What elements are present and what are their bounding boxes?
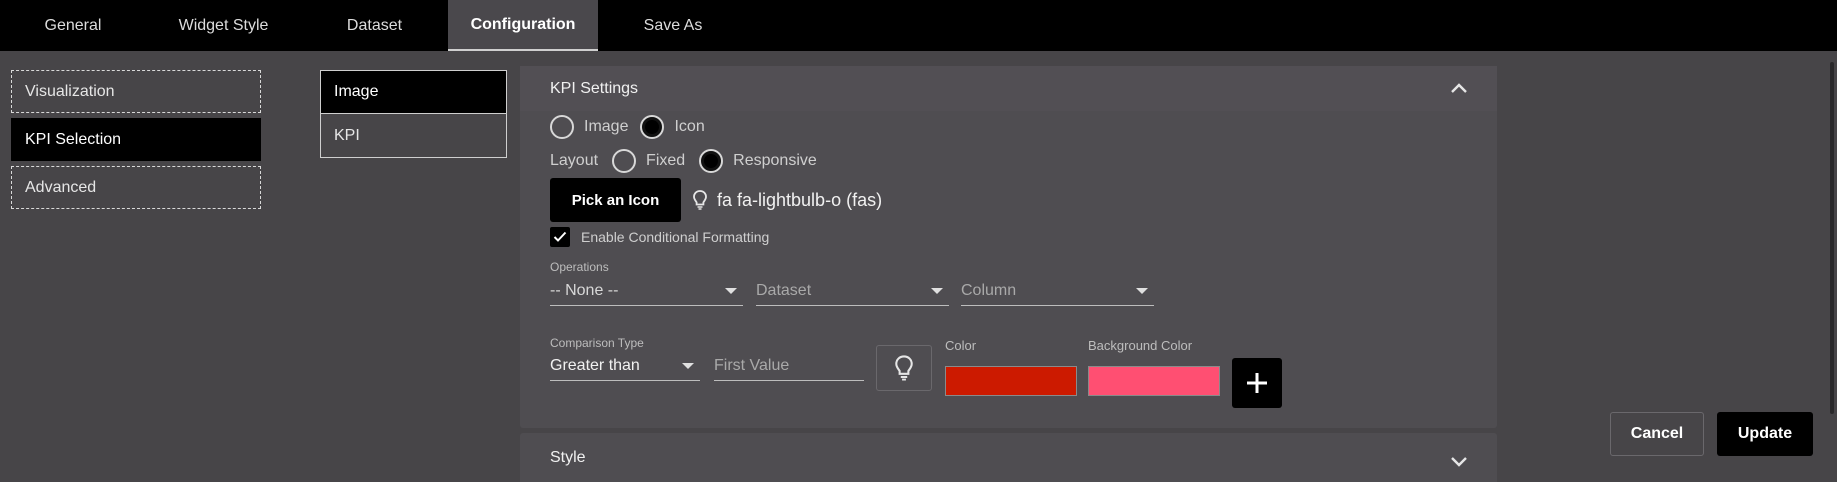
- fixed-radio[interactable]: [612, 149, 637, 173]
- operations-select[interactable]: -- None --: [550, 276, 743, 306]
- lightbulb-icon: [693, 190, 707, 210]
- selected-icon-value: fa fa-lightbulb-o (fas): [717, 189, 883, 210]
- conditional-formatting-checkbox[interactable]: [550, 227, 570, 247]
- chevron-up-icon[interactable]: [1451, 80, 1467, 98]
- image-radio-label: Image: [584, 118, 629, 135]
- responsive-radio[interactable]: [699, 149, 724, 173]
- chevron-down-icon[interactable]: [1451, 456, 1467, 467]
- icon-radio[interactable]: [640, 115, 665, 139]
- layout-radio-group: Layout Fixed Responsive: [550, 145, 817, 177]
- responsive-radio-label: Responsive: [733, 152, 817, 169]
- first-value-placeholder: First Value: [714, 356, 790, 374]
- config-side-menu: Visualization KPI Selection Advanced: [11, 70, 261, 214]
- cancel-button[interactable]: Cancel: [1610, 412, 1704, 456]
- pick-icon-button[interactable]: Pick an Icon: [550, 178, 681, 222]
- add-condition-button[interactable]: [1232, 358, 1282, 408]
- image-radio[interactable]: [550, 115, 574, 139]
- side-item-advanced[interactable]: Advanced: [11, 166, 261, 209]
- list-item-kpi[interactable]: KPI: [321, 114, 506, 157]
- comparison-type-label: Comparison Type: [550, 336, 644, 350]
- background-color-label: Background Color: [1088, 338, 1193, 353]
- top-tab-bar: General Widget Style Dataset Configurati…: [0, 0, 1837, 51]
- tab-general[interactable]: General: [0, 0, 146, 51]
- kpi-settings-header[interactable]: KPI Settings: [520, 66, 1497, 111]
- comparison-type-select[interactable]: Greater than: [550, 351, 700, 381]
- lightbulb-icon: [895, 355, 913, 381]
- column-select[interactable]: Column: [961, 276, 1154, 306]
- background-color-swatch[interactable]: [1088, 366, 1220, 396]
- icon-radio-label: Icon: [674, 118, 705, 135]
- operations-value: -- None --: [550, 281, 619, 299]
- dropdown-caret-icon: [1136, 287, 1148, 294]
- dataset-select[interactable]: Dataset: [756, 276, 949, 306]
- style-panel-title: Style: [550, 448, 586, 466]
- column-placeholder: Column: [961, 281, 1017, 299]
- comparison-type-value: Greater than: [550, 356, 640, 374]
- tab-save-as[interactable]: Save As: [598, 0, 748, 51]
- condition-icon-button[interactable]: [876, 345, 932, 391]
- kpi-settings-title: KPI Settings: [550, 79, 639, 97]
- kpi-settings-panel: KPI Settings Image Icon Layout Fixed Res…: [520, 66, 1497, 428]
- operations-label: Operations: [550, 260, 609, 274]
- conditional-formatting-row: Enable Conditional Formatting: [550, 224, 769, 250]
- side-item-kpi-selection[interactable]: KPI Selection: [11, 118, 261, 161]
- layout-label: Layout: [550, 152, 599, 169]
- update-button[interactable]: Update: [1717, 412, 1813, 456]
- tab-dataset[interactable]: Dataset: [301, 0, 448, 51]
- dropdown-caret-icon: [931, 287, 943, 294]
- tab-configuration[interactable]: Configuration: [448, 0, 598, 51]
- icon-picker-row: Pick an Icon fa fa-lightbulb-o (fas): [550, 177, 882, 223]
- color-label: Color: [945, 338, 977, 353]
- style-panel-header[interactable]: Style: [520, 433, 1497, 482]
- side-item-visualization[interactable]: Visualization: [11, 70, 261, 113]
- fixed-radio-label: Fixed: [646, 152, 686, 169]
- conditional-formatting-label: Enable Conditional Formatting: [581, 229, 770, 245]
- dropdown-caret-icon: [682, 362, 694, 369]
- checkmark-icon: [553, 231, 567, 242]
- list-item-image[interactable]: Image: [321, 71, 506, 114]
- color-swatch[interactable]: [945, 366, 1077, 396]
- kpi-type-list: Image KPI: [320, 70, 507, 158]
- plus-icon: [1245, 371, 1269, 395]
- tab-widget-style[interactable]: Widget Style: [146, 0, 301, 51]
- dataset-placeholder: Dataset: [756, 281, 812, 299]
- source-radio-group: Image Icon: [550, 111, 705, 143]
- first-value-input[interactable]: First Value: [714, 351, 864, 381]
- dropdown-caret-icon: [725, 287, 737, 294]
- vertical-scrollbar[interactable]: [1830, 62, 1834, 414]
